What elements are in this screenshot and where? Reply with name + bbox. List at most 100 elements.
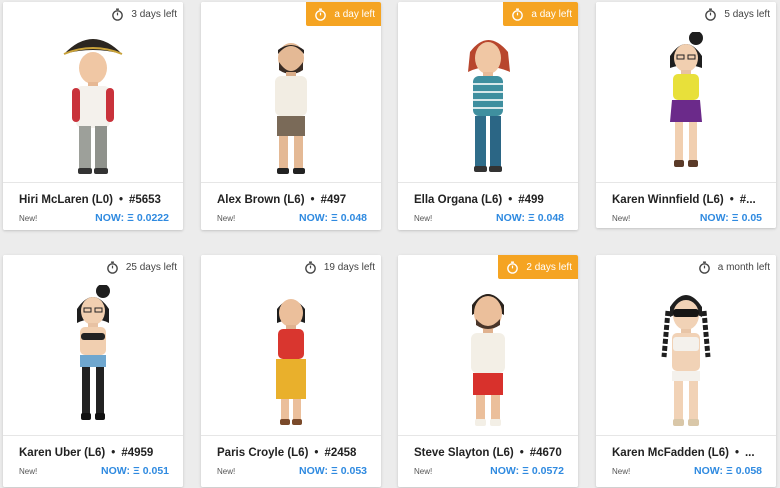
new-label: New! (612, 467, 631, 476)
timer-badge: 3 days left (103, 2, 183, 26)
stopwatch-icon (705, 7, 717, 21)
avatar-id: #499 (518, 194, 544, 206)
timer-badge: 2 days left (498, 255, 578, 279)
separator-dot: • (734, 447, 739, 459)
avatar-id: ... (744, 447, 755, 459)
avatar (276, 299, 306, 425)
price-value: 0.048 (537, 212, 564, 224)
price-label: NOW: Ξ 0.053 (299, 465, 367, 477)
new-label: New! (414, 214, 433, 223)
price-value: 0.051 (142, 465, 169, 477)
timer-text: 25 days left (125, 261, 177, 273)
price-label: NOW: Ξ 0.05 (700, 212, 762, 224)
card-title: Alex Brown (L6) • #497 (217, 194, 371, 206)
avatar-name: Steve Slayton (L6) (414, 447, 514, 459)
eth-icon: Ξ (725, 465, 733, 477)
price-label: NOW: Ξ 0.0572 (490, 465, 564, 477)
price-prefix: NOW: (95, 212, 125, 224)
card-info: Karen McFadden (L6) •... New! NOW: Ξ 0.058 (596, 436, 776, 487)
avatar-card[interactable]: 25 days left Karen Uber (L6) • #4959 New! … (3, 255, 183, 487)
price-prefix: NOW: (699, 212, 729, 224)
eth-icon: Ξ (330, 212, 338, 224)
new-label: New! (612, 214, 631, 223)
separator-dot: • (310, 194, 315, 206)
stopwatch-icon (507, 260, 519, 274)
timer-badge: a day left (306, 2, 381, 26)
timer-text: 5 days left (724, 8, 770, 20)
eth-icon: Ξ (522, 465, 529, 477)
timer-badge: 5 days left (696, 2, 776, 26)
card-title: Karen Winnfield (L6) • #... (612, 194, 766, 206)
eth-icon: Ξ (132, 465, 140, 477)
price-value: 0.05 (741, 212, 762, 224)
card-info: Paris Croyle (L6) • #2458 New! NOW: Ξ 0.053 (201, 436, 381, 487)
avatar-id: #4670 (529, 447, 562, 459)
avatar-card[interactable]: 5 days left Karen Winnfield (L6) • #... Ne… (596, 2, 776, 228)
avatar-card[interactable]: a day left Ella Organa (L6) • #499 New! NO… (398, 2, 578, 230)
price-prefix: NOW: (298, 212, 328, 224)
separator-dot: • (111, 447, 116, 459)
new-label: New! (414, 467, 433, 476)
avatar (471, 294, 505, 426)
avatar-name: Hiri McLaren (L0) (19, 194, 113, 206)
avatar-id: #4959 (121, 447, 154, 459)
eth-icon: Ξ (731, 212, 739, 224)
card-title: Karen McFadden (L6) •... (612, 447, 766, 459)
price-label: NOW: Ξ 0.048 (299, 212, 367, 224)
card-info: Alex Brown (L6) • #497 New! NOW: Ξ 0.048 (201, 183, 381, 230)
price-label: NOW: Ξ 0.051 (101, 465, 169, 477)
price-label: NOW: Ξ 0.0222 (95, 212, 169, 224)
price-prefix: NOW: (100, 465, 130, 477)
avatar-name: Ella Organa (L6) (414, 194, 503, 206)
card-title: Ella Organa (L6) • #499 (414, 194, 568, 206)
avatar-name: Alex Brown (L6) (217, 194, 305, 206)
timer-badge: 25 days left (98, 255, 183, 279)
new-label: New! (19, 467, 38, 476)
avatar-id: #2458 (324, 447, 357, 459)
avatar-card[interactable]: a month left Karen McFadden (L6) •... New… (596, 255, 776, 487)
card-title: Karen Uber (L6) • #4959 (19, 447, 173, 459)
separator-dot: • (519, 447, 524, 459)
timer-text: a day left (531, 8, 572, 20)
timer-text: a day left (334, 8, 375, 20)
new-label: New! (217, 214, 236, 223)
avatar-card[interactable]: 19 days left Paris Croyle (L6) • #2458 New… (201, 255, 381, 487)
avatar-card[interactable]: 2 days left Steve Slayton (L6) • #4670 New… (398, 255, 578, 487)
avatar-name: Paris Croyle (L6) (217, 447, 309, 459)
price-value: 0.0222 (136, 212, 169, 224)
avatar (670, 32, 703, 167)
separator-dot: • (118, 194, 123, 206)
card-title: Paris Croyle (L6) • #2458 (217, 447, 371, 459)
new-label: New! (217, 467, 236, 476)
price-prefix: NOW: (490, 465, 520, 477)
eth-icon: Ξ (330, 465, 338, 477)
separator-dot: • (508, 194, 513, 206)
card-info: Ella Organa (L6) • #499 New! NOW: Ξ 0.048 (398, 183, 578, 230)
eth-icon: Ξ (127, 212, 134, 224)
price-label: NOW: Ξ 0.058 (694, 465, 762, 477)
card-info: Karen Uber (L6) • #4959 New! NOW: Ξ 0.051 (3, 436, 183, 487)
avatar (468, 40, 510, 172)
price-prefix: NOW: (298, 465, 328, 477)
avatar-name: Karen Winnfield (L6) (612, 194, 724, 206)
price-value: 0.048 (340, 212, 367, 224)
price-value: 0.053 (340, 465, 367, 477)
card-title: Steve Slayton (L6) • #4670 (414, 447, 568, 459)
price-label: NOW: Ξ 0.048 (496, 212, 564, 224)
avatar-name: Karen McFadden (L6) (612, 447, 729, 459)
avatar-card[interactable]: 3 days left Hiri McLaren (L0) • #5653 New!… (3, 2, 183, 230)
avatar (275, 43, 307, 174)
price-value: 0.058 (735, 465, 762, 477)
avatar-id: #497 (320, 194, 347, 206)
new-label: New! (19, 214, 38, 223)
separator-dot: • (314, 447, 319, 459)
timer-badge: 19 days left (296, 255, 381, 279)
stopwatch-icon (305, 260, 316, 274)
separator-dot: • (729, 194, 734, 206)
avatar-id: #5653 (128, 194, 161, 206)
avatar-card[interactable]: a day left Alex Brown (L6) • #497 New! NOW… (201, 2, 381, 230)
avatar (77, 285, 110, 420)
card-info: Steve Slayton (L6) • #4670 New! NOW: Ξ 0.057… (398, 436, 578, 487)
timer-text: 19 days left (323, 261, 375, 273)
stopwatch-icon (107, 260, 118, 274)
